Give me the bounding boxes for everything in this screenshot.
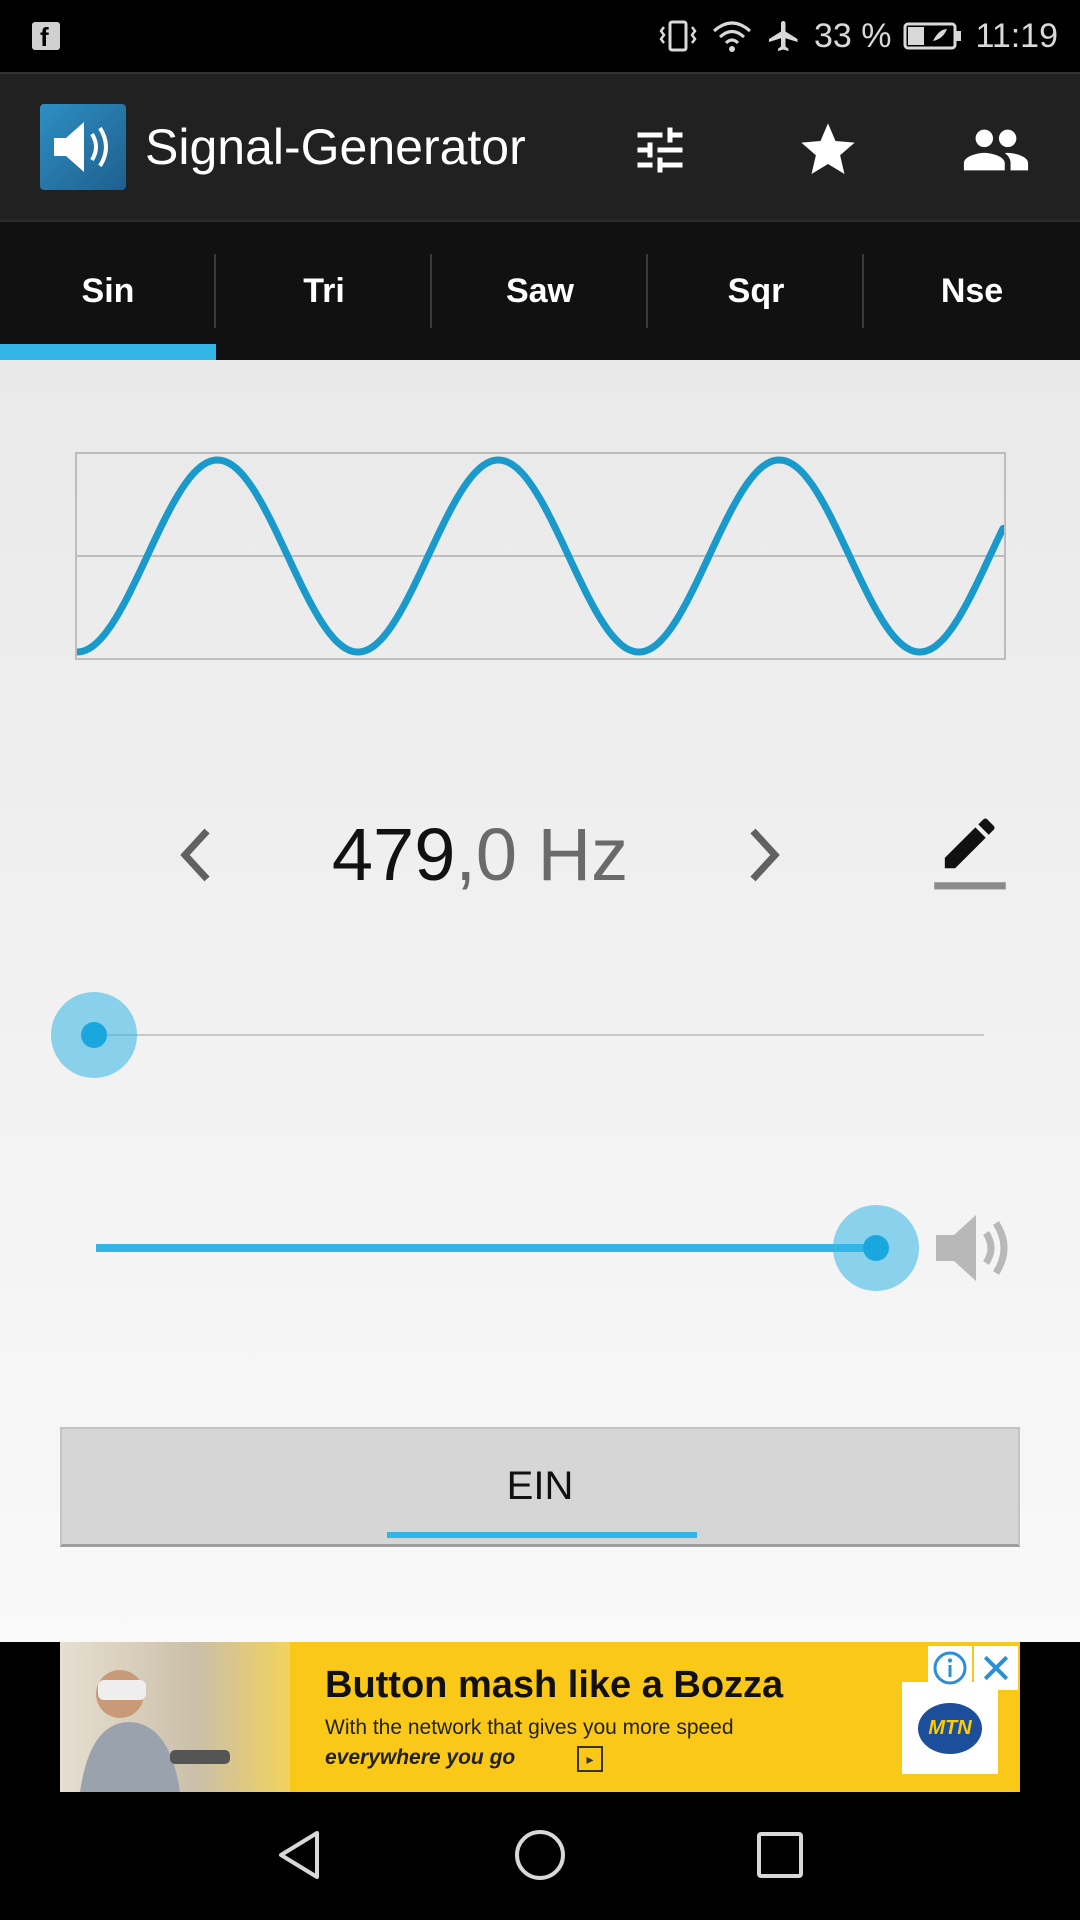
navigation-bar <box>0 1792 1080 1920</box>
home-circle-icon <box>515 1830 565 1880</box>
volume-button[interactable] <box>930 1200 1020 1296</box>
battery-percent: 33 % <box>813 16 892 55</box>
tab-nse[interactable]: Nse <box>864 222 1080 360</box>
frequency-display: 479,0 Hz <box>0 812 960 897</box>
ad-banner[interactable]: Button mash like a Bozza With the networ… <box>60 1642 1020 1792</box>
pencil-icon <box>934 818 1006 890</box>
frequency-decimal-unit: ,0 Hz <box>455 813 629 896</box>
app-title: Signal-Generator <box>145 119 526 175</box>
frequency-integer: 479 <box>331 813 456 896</box>
tab-label: Saw <box>505 271 575 310</box>
ad-subline: With the network that gives you more spe… <box>325 1716 734 1739</box>
ad-play-icon: ▸ <box>577 1746 603 1772</box>
increase-frequency-button[interactable] <box>730 815 800 895</box>
back-triangle-icon <box>279 1831 319 1879</box>
power-button-label: EIN <box>506 1464 574 1508</box>
clock: 11:19 <box>975 16 1058 55</box>
tab-sqr[interactable]: Sqr <box>648 222 864 360</box>
app-speaker-icon <box>40 104 126 190</box>
ad-subline-2: everywhere you go <box>325 1746 516 1769</box>
frequency-row: 479,0 Hz <box>0 790 1080 920</box>
tab-label: Sqr <box>727 271 785 310</box>
recents-square-icon <box>757 1832 803 1878</box>
wifi-icon <box>712 21 751 52</box>
tab-label: Tri <box>303 271 345 310</box>
recents-button[interactable] <box>745 1820 815 1890</box>
tab-saw[interactable]: Saw <box>432 222 648 360</box>
chevron-right-icon <box>750 828 780 882</box>
back-button[interactable] <box>264 1820 334 1890</box>
vibrate-icon <box>659 20 697 52</box>
facebook-icon: f <box>32 22 60 52</box>
tab-tri[interactable]: Tri <box>216 222 432 360</box>
volume-icon <box>936 1215 1008 1281</box>
waveform-tabs: Sin Tri Saw Sqr Nse <box>0 220 1080 360</box>
tab-sin[interactable]: Sin <box>0 222 216 360</box>
ad-photo <box>60 1642 290 1792</box>
star-icon <box>801 123 855 174</box>
ad-brand-logo: MTN <box>902 1682 998 1774</box>
ad-info-button[interactable] <box>928 1646 972 1690</box>
waveform-preview <box>73 452 1007 660</box>
tab-label: Sin <box>81 271 135 310</box>
ad-headline: Button mash like a Bozza <box>325 1664 784 1706</box>
power-toggle-button[interactable]: EIN <box>60 1427 1020 1547</box>
frequency-slider[interactable] <box>50 990 990 1080</box>
close-icon <box>983 1655 1009 1681</box>
active-tab-indicator <box>0 344 216 360</box>
people-icon <box>963 129 1029 171</box>
volume-slider[interactable] <box>80 1203 920 1293</box>
slider-thumb[interactable] <box>51 992 137 1078</box>
battery-icon <box>903 22 962 50</box>
edit-frequency-button[interactable] <box>930 808 1010 898</box>
status-bar: f 33 % 11:19 <box>0 0 1080 72</box>
slider-thumb[interactable] <box>833 1205 919 1291</box>
main-content: 479,0 Hz EIN <box>0 360 1080 1642</box>
home-button[interactable] <box>505 1820 575 1890</box>
info-icon <box>933 1651 967 1685</box>
equalizer-button[interactable] <box>624 114 696 186</box>
ad-brand: MTN <box>918 1702 982 1754</box>
ad-close-button[interactable] <box>974 1646 1018 1690</box>
people-button[interactable] <box>960 114 1032 186</box>
favorites-button[interactable] <box>792 114 864 186</box>
tab-label: Nse <box>940 271 1004 310</box>
action-bar: Signal-Generator <box>0 72 1080 220</box>
airplane-icon <box>768 21 798 51</box>
toggle-indicator <box>387 1532 697 1538</box>
equalizer-icon <box>637 127 683 173</box>
